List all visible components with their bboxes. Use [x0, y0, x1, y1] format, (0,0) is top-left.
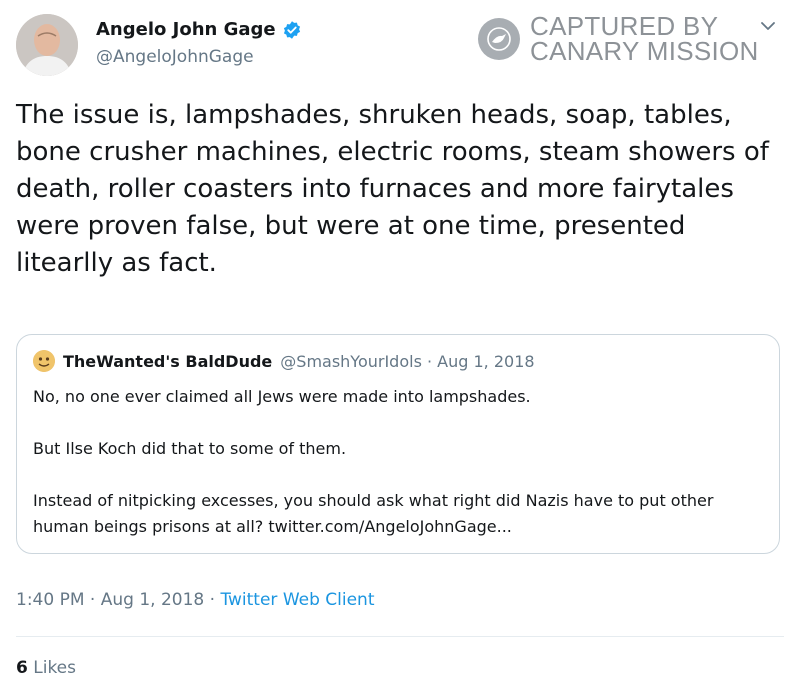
tweet-time[interactable]: 1:40 PM — [16, 590, 85, 610]
meta-separator: · — [204, 590, 221, 610]
quoted-meta-separator: · — [421, 351, 438, 371]
author-name[interactable]: Angelo John Gage — [96, 19, 276, 40]
quoted-paragraph: No, no one ever claimed all Jews were ma… — [33, 387, 531, 406]
tweet-client-link[interactable]: Twitter Web Client — [220, 590, 374, 610]
verified-badge-icon — [283, 20, 300, 39]
chevron-down-icon[interactable] — [758, 16, 778, 36]
author-avatar[interactable] — [16, 14, 78, 76]
likes-count: 6 — [16, 658, 28, 678]
tweet-text: The issue is, lampshades, shruken heads,… — [16, 100, 769, 278]
author-handle[interactable]: @AngeloJohnGage — [96, 47, 254, 67]
tweet-timestamp-row: 1:40 PM · Aug 1, 2018 · Twitter Web Clie… — [16, 590, 375, 610]
canary-mission-watermark: CAPTURED BY CANARY MISSION — [478, 13, 759, 66]
likes-stat[interactable]: 6 Likes — [16, 658, 76, 678]
quoted-author-avatar[interactable] — [33, 350, 55, 372]
likes-label: Likes — [33, 658, 76, 678]
meta-separator: · — [84, 590, 101, 610]
quoted-paragraph: Instead of nitpicking excesses, you shou… — [33, 491, 714, 536]
quoted-author-name[interactable]: TheWanted's BaldDude — [63, 352, 272, 371]
tweet-date[interactable]: Aug 1, 2018 — [101, 590, 205, 610]
quoted-tweet[interactable]: TheWanted's BaldDude @SmashYourIdols · A… — [16, 334, 780, 554]
canary-bird-icon — [478, 18, 520, 60]
quoted-paragraph: But Ilse Koch did that to some of them. — [33, 439, 347, 458]
quoted-author-handle[interactable]: @SmashYourIdols — [280, 352, 422, 371]
watermark-line-2: CANARY MISSION — [530, 36, 759, 66]
divider — [16, 636, 784, 637]
quoted-tweet-date[interactable]: Aug 1, 2018 — [437, 352, 534, 371]
quoted-tweet-body: No, no one ever claimed all Jews were ma… — [33, 384, 763, 566]
quoted-tweet-header: TheWanted's BaldDude @SmashYourIdols · A… — [33, 350, 535, 372]
author-name-row[interactable]: Angelo John Gage — [96, 19, 302, 40]
